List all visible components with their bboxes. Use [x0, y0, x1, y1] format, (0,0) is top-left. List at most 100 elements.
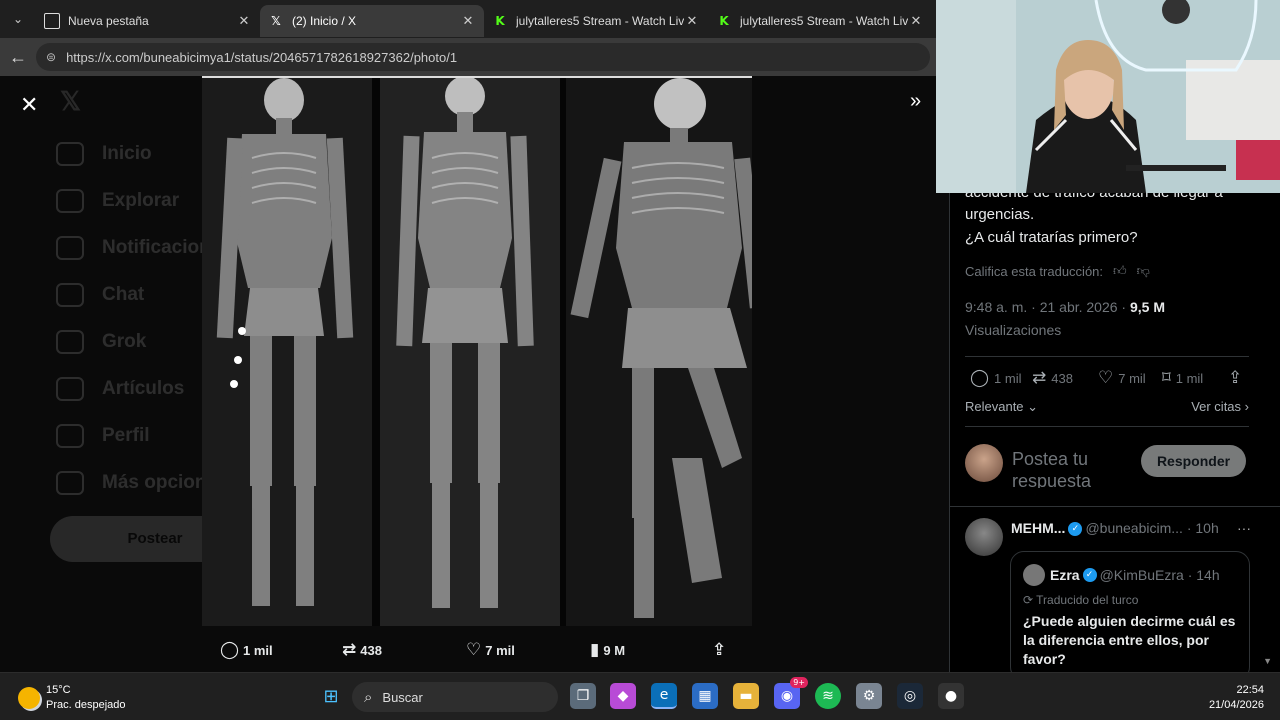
obs-icon[interactable]: ●	[938, 683, 964, 709]
avatar	[965, 444, 1003, 482]
sort-dropdown[interactable]: Relevante ⌄	[965, 399, 1038, 414]
kick-logo-icon: K	[495, 14, 505, 28]
tweet-text-line: ¿A cuál tratarías primero?	[965, 229, 1138, 246]
tweet-text-line: urgencias.	[965, 206, 1035, 223]
like-button[interactable]: ♡ 7 mil	[1098, 368, 1146, 388]
kick-logo-icon: K	[719, 14, 729, 28]
webcam-video	[936, 0, 1280, 193]
weather-widget[interactable]: 15°C Prac. despejado	[18, 683, 126, 713]
browser-toolbar: ← ⊜ https://x.com/buneabicimya1/status/2…	[0, 38, 936, 76]
collapse-panel-icon[interactable]: »	[910, 90, 921, 113]
views-button[interactable]: ▮ 9 M	[590, 640, 625, 660]
search-label: Buscar	[382, 689, 423, 705]
translation-rating: Califica esta traducción: 👍︎ 👎︎	[965, 263, 1150, 279]
back-arrow-icon[interactable]: ←	[0, 47, 36, 68]
spotify-icon[interactable]: ≋	[815, 683, 841, 709]
reply-icon: ◯	[970, 368, 990, 388]
browser-tab-strip: ⌄ Nueva pestaña ✕ 𝕏 (2) Inicio / X ✕ K j…	[0, 0, 936, 38]
tab-label: julytalleres5 Stream - Watch Live o	[516, 14, 684, 28]
search-icon: ⌕	[364, 688, 373, 706]
file-explorer-icon[interactable]: ▬	[733, 683, 759, 709]
like-button[interactable]: ♡ 7 mil	[466, 640, 515, 660]
scroll-down-arrow-icon[interactable]: ▼	[1263, 656, 1272, 666]
repost-icon: ⇄	[1032, 368, 1047, 388]
address-bar[interactable]: ⊜ https://x.com/buneabicimya1/status/204…	[36, 43, 930, 71]
reply-submit-button[interactable]: Responder	[1141, 445, 1246, 477]
timestamp-text: 9:48 a. m. · 21 abr. 2026 ·	[965, 299, 1130, 315]
avatar	[1023, 564, 1045, 586]
quoted-author-handle: @KimBuEzra · 14h	[1099, 567, 1220, 583]
article-icon	[56, 376, 84, 401]
tab-label: (2) Inicio / X	[292, 14, 357, 28]
tab-new-tab[interactable]: Nueva pestaña ✕	[36, 5, 260, 37]
sort-label: Relevante	[965, 399, 1024, 414]
weather-sun-icon	[18, 687, 40, 709]
share-icon: ⇪	[712, 640, 727, 660]
translate-icon: ⟳	[1023, 593, 1037, 607]
windows-taskbar: 15°C Prac. despejado ⊞ ⌕ Buscar ❐ ◆ e ▦ …	[0, 672, 1280, 720]
site-info-icon[interactable]: ⊜	[46, 50, 56, 64]
url-text: https://x.com/buneabicimya1/status/20465…	[66, 49, 458, 65]
quoted-tweet-text: ¿Puede alguien decirme cuál es la difere…	[1023, 613, 1236, 667]
translation-rating-label: Califica esta traducción:	[965, 263, 1104, 279]
view-quotes-link[interactable]: Ver citas ›	[1191, 399, 1249, 414]
heart-icon: ♡	[1098, 368, 1114, 388]
repost-button[interactable]: ⇄ 438	[342, 640, 382, 660]
more-icon[interactable]: ···	[1237, 520, 1251, 536]
reply-icon: ◯	[220, 640, 240, 660]
edge-browser-icon[interactable]: e	[651, 683, 677, 709]
bookmark-button[interactable]: ⌑ 1 mil	[1162, 368, 1203, 388]
author-name[interactable]: MEHM...	[1011, 520, 1065, 536]
reply-button[interactable]: ◯ 1 mil	[970, 368, 1021, 388]
steam-icon[interactable]: ◎	[897, 683, 923, 709]
thumbs-down-icon[interactable]: 👎︎	[1137, 263, 1150, 279]
home-icon	[56, 141, 84, 166]
notification-badge: 9+	[790, 677, 808, 688]
tab-list-chevron-icon[interactable]: ⌄	[0, 0, 36, 38]
sidebar-item-label: Explorar	[102, 189, 180, 211]
share-icon: ⇪	[1228, 368, 1243, 388]
reply-sort-row: Relevante ⌄ Ver citas ›	[965, 399, 1249, 415]
tab-kick-stream-2[interactable]: K julytalleres5 Stream - Watch Live o ✕	[708, 5, 932, 37]
copilot-icon[interactable]: ◆	[610, 683, 636, 709]
repost-count: 438	[360, 642, 382, 658]
temperature: 15°C	[46, 684, 71, 696]
photo-action-bar: ◯ 1 mil ⇄ 438 ♡ 7 mil ▮ 9 M ⇪	[200, 636, 750, 664]
bell-icon	[56, 235, 84, 260]
reply-input[interactable]: Postea tu respuesta	[1012, 448, 1132, 488]
avatar[interactable]	[965, 518, 1003, 556]
divider	[965, 356, 1249, 357]
thumbs-up-icon[interactable]: 👍︎	[1113, 263, 1127, 279]
close-icon[interactable]: ✕	[20, 92, 38, 118]
taskbar-search[interactable]: ⌕ Buscar	[352, 682, 558, 712]
quoted-tweet[interactable]: Ezra ✓ @KimBuEzra · 14h ⟳ Traducido del tu…	[1010, 551, 1250, 681]
grok-icon	[56, 329, 84, 354]
bookmark-icon: ⌑	[1162, 368, 1171, 388]
chevron-right-icon: ›	[1241, 399, 1249, 414]
store-icon[interactable]: ▦	[692, 683, 718, 709]
reply-button[interactable]: ◯ 1 mil	[220, 640, 273, 660]
clock-date: 21/04/2026	[1208, 699, 1264, 711]
quoted-tweet-header: Ezra ✓ @KimBuEzra · 14h	[1023, 564, 1220, 586]
quoted-author-name: Ezra	[1050, 567, 1080, 583]
tab-close-icon[interactable]: ✕	[908, 13, 924, 29]
reply-composer: Postea tu respuesta Responder	[965, 442, 1249, 492]
tab-close-icon[interactable]: ✕	[460, 13, 476, 29]
repost-button[interactable]: ⇄ 438	[1032, 368, 1073, 388]
translated-from-text: Traducido del turco	[1036, 593, 1139, 607]
sidebar-item-label: Artículos	[102, 377, 185, 399]
tab-close-icon[interactable]: ✕	[236, 13, 252, 29]
settings-gear-icon[interactable]: ⚙	[856, 683, 882, 709]
tab-x-home[interactable]: 𝕏 (2) Inicio / X ✕	[260, 5, 484, 37]
tab-kick-stream-1[interactable]: K julytalleres5 Stream - Watch Live o ✕	[484, 5, 708, 37]
system-clock[interactable]: 22:54 21/04/2026	[1209, 683, 1264, 713]
tab-close-icon[interactable]: ✕	[684, 13, 700, 29]
views-count: 9 M	[603, 642, 626, 658]
discord-icon[interactable]: ◉ 9+	[774, 677, 808, 709]
share-button[interactable]: ⇪	[1228, 368, 1247, 388]
xray-photo[interactable]	[202, 76, 752, 626]
windows-start-icon[interactable]: ⊞	[318, 683, 344, 709]
heart-icon: ♡	[466, 640, 482, 660]
task-view-icon[interactable]: ❐	[570, 683, 596, 709]
share-button[interactable]: ⇪	[712, 640, 730, 660]
